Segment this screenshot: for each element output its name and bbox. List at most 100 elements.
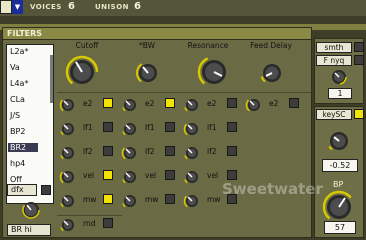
mod-toggle-lf1[interactable]: [165, 122, 175, 132]
dfx-knob[interactable]: [21, 200, 41, 220]
smth-toggle[interactable]: [354, 42, 364, 52]
mod-label-lf2: lf2: [207, 147, 217, 156]
feed-delay-knob[interactable]: [259, 60, 285, 86]
mod-toggle-vel[interactable]: [165, 170, 175, 180]
filter-type-item[interactable]: hp4: [10, 159, 25, 168]
mod-knob-vel[interactable]: [59, 168, 77, 186]
row-divider: [57, 92, 311, 93]
mod-label-lf1: lf1: [145, 123, 155, 132]
bw-knob[interactable]: [135, 60, 161, 86]
watermark-logo: Sweetwater: [222, 180, 323, 198]
top-bar: ▼ VOICES 6 UNISON 6: [0, 0, 366, 16]
voices-value[interactable]: 6: [68, 1, 75, 12]
unison-label: UNISON: [95, 3, 129, 11]
mod-knob-e2[interactable]: [59, 96, 77, 114]
mod-knob-lf1[interactable]: [121, 120, 139, 138]
mod-label-vel: vel: [83, 171, 95, 180]
filter-type-item-selected[interactable]: BR2: [8, 143, 38, 152]
mod-toggle-vel[interactable]: [103, 170, 113, 180]
mod-label-e2: e2: [83, 99, 93, 108]
mod-knob-vel[interactable]: [121, 168, 139, 186]
column-header-feed-delay: Feed Delay: [250, 41, 292, 50]
mod-toggle-lf2[interactable]: [165, 146, 175, 156]
mod-toggle-e2[interactable]: [165, 98, 175, 108]
mod-label-e2: e2: [145, 99, 155, 108]
filters-title: FILTERS: [7, 29, 43, 38]
mod-knob-mw[interactable]: [183, 192, 201, 210]
mod-knob-rnd[interactable]: [59, 216, 77, 234]
mod-label-vel: vel: [207, 171, 219, 180]
keysc-button[interactable]: keySC: [316, 109, 352, 120]
mod-toggle-vel[interactable]: [227, 170, 237, 180]
resonance-knob[interactable]: [197, 55, 231, 89]
mod-label-mw: mw: [207, 195, 221, 204]
smth-button[interactable]: smth: [316, 42, 352, 53]
mod-label-lf2: lf2: [145, 147, 155, 156]
mod-knob-lf2[interactable]: [183, 144, 201, 162]
cutoff-knob[interactable]: [65, 55, 99, 89]
mod-toggle-e2[interactable]: [227, 98, 237, 108]
filters-panel: FILTERS L2a* Va L4a* CLa J/S BP2 BR2 hp4…: [2, 27, 312, 238]
mod-toggle-lf1[interactable]: [103, 122, 113, 132]
mod-toggle-lf1[interactable]: [227, 122, 237, 132]
unison-value[interactable]: 6: [134, 1, 141, 12]
mod-knob-lf2[interactable]: [121, 144, 139, 162]
mod-toggle-lf2[interactable]: [103, 146, 113, 156]
mod-knob-lf1[interactable]: [183, 120, 201, 138]
dfx-button[interactable]: dfx: [7, 184, 37, 196]
mod-label-vel: vel: [145, 171, 157, 180]
mod-knob-e2[interactable]: [183, 96, 201, 114]
list-scrollbar[interactable]: [50, 55, 53, 103]
f-nyq-toggle[interactable]: [354, 55, 364, 65]
mod-knob-mw[interactable]: [121, 192, 139, 210]
mod-label-mw: mw: [83, 195, 97, 204]
mod-label-lf2: lf2: [83, 147, 93, 156]
f-nyq-button[interactable]: F nyq: [316, 55, 352, 66]
bp-value[interactable]: 57: [324, 221, 356, 234]
mod-knob-e2[interactable]: [121, 96, 139, 114]
filter-type-item[interactable]: Va: [10, 63, 20, 72]
mod-toggle-e2[interactable]: [103, 98, 113, 108]
mod-label-rnd: rnd: [83, 219, 96, 228]
filter-type-list[interactable]: L2a* Va L4a* CLa J/S BP2 BR2 hp4 Off: [6, 44, 54, 204]
keysc-value[interactable]: -0.52: [322, 159, 358, 172]
filter-type-item[interactable]: L2a*: [10, 47, 28, 56]
mod-label-e2: e2: [269, 99, 279, 108]
filters-title-bar: FILTERS: [3, 28, 311, 40]
column-header-cutoff: Cutoff: [75, 41, 99, 50]
mod-knob-vel[interactable]: [183, 168, 201, 186]
dfx-label: dfx: [11, 185, 24, 194]
br-hi-button[interactable]: BR hi: [7, 224, 51, 236]
mod-label-lf1: lf1: [207, 123, 217, 132]
filter-type-item[interactable]: J/S: [10, 111, 20, 120]
filter-type-item[interactable]: L4a*: [10, 79, 28, 88]
dropdown-arrow-icon[interactable]: ▼: [12, 0, 23, 14]
dfx-toggle[interactable]: [41, 185, 51, 195]
mod-knob-mw[interactable]: [59, 192, 77, 210]
patch-dropdown[interactable]: [0, 0, 12, 14]
mod-toggle-rnd[interactable]: [103, 218, 113, 228]
mod-toggle-mw[interactable]: [165, 194, 175, 204]
mod-label-lf1: lf1: [83, 123, 93, 132]
mod-knob-lf1[interactable]: [59, 120, 77, 138]
mod-label-mw: mw: [145, 195, 159, 204]
filter-type-item[interactable]: Off: [10, 175, 22, 184]
mod-toggle-lf2[interactable]: [227, 146, 237, 156]
mod-toggle-mw[interactable]: [103, 194, 113, 204]
keysc-knob[interactable]: [326, 128, 352, 154]
smth-label: smth: [324, 43, 344, 52]
bp-label: BP: [333, 180, 344, 189]
filter-type-item[interactable]: CLa: [10, 95, 25, 104]
mod-toggle-e2[interactable]: [289, 98, 299, 108]
smth-knob[interactable]: [330, 68, 348, 86]
smth-value[interactable]: 1: [328, 88, 352, 99]
f-nyq-label: F nyq: [323, 56, 345, 65]
column-header-bw: *BW: [138, 41, 156, 50]
voices-label: VOICES: [30, 3, 62, 11]
mod-label-e2: e2: [207, 99, 217, 108]
mod-knob-lf2[interactable]: [59, 144, 77, 162]
bp-knob[interactable]: [322, 190, 356, 224]
mod-knob-e2[interactable]: [245, 96, 263, 114]
filter-type-item[interactable]: BP2: [10, 127, 25, 136]
keysc-toggle[interactable]: [354, 109, 364, 119]
